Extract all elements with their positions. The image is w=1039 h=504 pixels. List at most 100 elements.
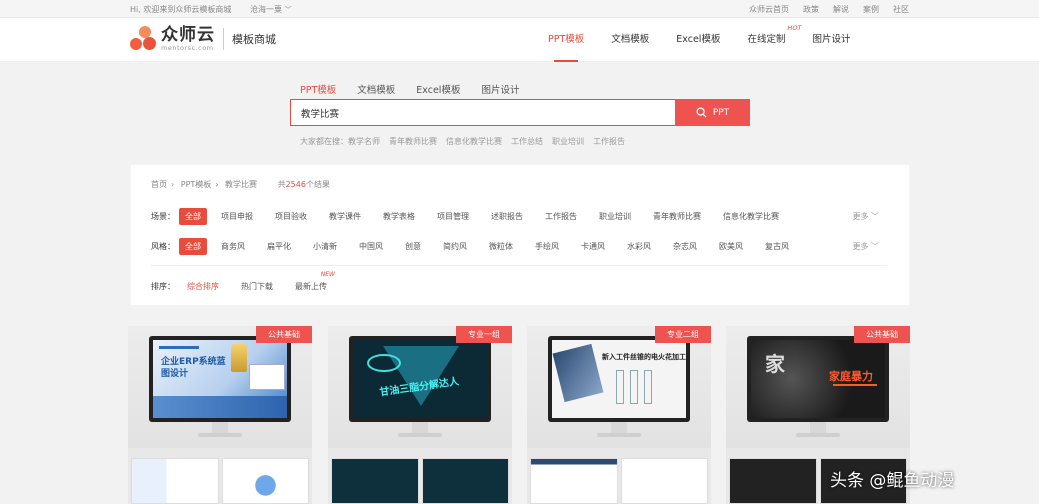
logo-subtitle: 模板商城 [232, 33, 276, 46]
style-option[interactable]: 杂志风 [673, 241, 697, 252]
style-option[interactable]: 复古风 [765, 241, 789, 252]
card-preview: 企业ERP系统蓝图设计 [149, 336, 291, 422]
style-label: 风格： [151, 242, 175, 251]
logo-divider [223, 28, 224, 50]
card-category-badge: 专业二组 [655, 326, 711, 343]
scene-option[interactable]: 项目申报 [221, 211, 253, 222]
chevron-down-icon: ﹀ [871, 212, 879, 221]
style-option[interactable]: 扁平化 [267, 241, 291, 252]
logo[interactable]: 众师云 mentorsc.com 模板商城 [130, 26, 276, 52]
thumbnail [729, 458, 817, 504]
style-option[interactable]: 简约风 [443, 241, 467, 252]
scene-option[interactable]: 项目管理 [437, 211, 469, 222]
link-home[interactable]: 众师云首页 [749, 4, 789, 15]
card-preview-title: 家庭暴力 [829, 370, 873, 383]
hot-term[interactable]: 信息化教学比赛 [446, 136, 502, 147]
thumbnail [131, 458, 219, 504]
hot-term[interactable]: 工作总结 [511, 136, 543, 147]
style-option[interactable]: 中国风 [359, 241, 383, 252]
style-option[interactable]: 创意 [405, 241, 421, 252]
card-category-badge: 公共基础 [256, 326, 312, 343]
card-preview: 甘油三脂分解达人 [349, 336, 491, 422]
card-category-badge: 专业一组 [456, 326, 512, 343]
breadcrumb-ppt[interactable]: PPT模板 [181, 180, 212, 189]
scene-option[interactable]: 教学表格 [383, 211, 415, 222]
thumbnail [620, 458, 708, 504]
top-links: 众师云首页 政策 解说 案例 社区 [749, 4, 909, 15]
style-option[interactable]: 商务风 [221, 241, 245, 252]
chevron-right-icon: › [215, 180, 219, 189]
search-tab-ppt[interactable]: PPT模板 [300, 82, 336, 96]
style-more-toggle[interactable]: 更多 ﹀ [852, 241, 879, 252]
card-thumbnails [331, 458, 509, 504]
breadcrumb: 首页 › PPT模板 › 教学比赛 共2546个结果 [151, 179, 330, 190]
chevron-right-icon: › [171, 180, 175, 189]
style-option-all[interactable]: 全部 [179, 238, 207, 255]
scene-option[interactable]: 职业培训 [599, 211, 631, 222]
sort-option-default[interactable]: 综合排序 [187, 281, 219, 292]
search-tabs: PPT模板 文档模板 Excel模板 图片设计 [300, 82, 519, 96]
scene-option-all[interactable]: 全部 [179, 208, 207, 225]
chevron-down-icon: ﹀ [284, 6, 292, 14]
hot-term[interactable]: 教学名师 [348, 136, 380, 147]
scene-option[interactable]: 青年教师比赛 [653, 211, 701, 222]
style-option[interactable]: 卡通风 [581, 241, 605, 252]
filter-panel: 首页 › PPT模板 › 教学比赛 共2546个结果 场景： 全部 项目申报 项目验… [131, 165, 909, 305]
card-category-badge: 公共基础 [854, 326, 910, 343]
search-button[interactable]: PPT [675, 99, 750, 126]
scene-more-toggle[interactable]: 更多 ﹀ [852, 211, 879, 222]
link-policy[interactable]: 政策 [803, 4, 819, 15]
breadcrumb-current: 教学比赛 [225, 180, 258, 189]
template-card[interactable]: 企业ERP系统蓝图设计 公共基础 [128, 326, 312, 504]
link-explain[interactable]: 解说 [833, 4, 849, 15]
search-input[interactable] [290, 99, 675, 126]
scene-filter-row: 场景： 全部 项目申报 项目验收 教学课件 教学表格 项目管理 述职报告 工作报… [151, 208, 801, 225]
search-icon [696, 107, 707, 118]
sort-label: 排序： [151, 282, 175, 291]
watermark: 头条 @鲲鱼动漫 [830, 471, 955, 491]
link-cases[interactable]: 案例 [863, 4, 879, 15]
card-preview-title: 企业ERP系统蓝图设计 [161, 357, 226, 379]
nav-doc[interactable]: 文档模板 [611, 18, 649, 62]
scene-option[interactable]: 信息化教学比赛 [723, 211, 779, 222]
style-option[interactable]: 水彩风 [627, 241, 651, 252]
nav-image[interactable]: 图片设计 [812, 18, 850, 62]
nav-ppt[interactable]: PPT模板 [548, 18, 584, 62]
search-box: PPT [290, 99, 750, 126]
style-option[interactable]: 小清新 [313, 241, 337, 252]
hot-term[interactable]: 青年教师比赛 [389, 136, 437, 147]
search-tab-doc[interactable]: 文档模板 [357, 82, 395, 96]
city-selector[interactable]: 沧海一粟 ﹀ [250, 4, 292, 15]
result-count: 共2546个结果 [277, 180, 330, 189]
scene-option[interactable]: 项目验收 [275, 211, 307, 222]
divider [151, 265, 887, 266]
template-card[interactable]: 新入工件丝锥的电火花加工 专业二组 [527, 326, 711, 504]
sort-option-newest[interactable]: 最新上传 NEW [295, 271, 335, 292]
scene-option[interactable]: 工作报告 [545, 211, 577, 222]
sort-option-popular[interactable]: 热门下载 [241, 281, 273, 292]
breadcrumb-home[interactable]: 首页 [151, 180, 167, 189]
hot-term[interactable]: 职业培训 [552, 136, 584, 147]
template-card[interactable]: 甘油三脂分解达人 专业一组 [328, 326, 512, 504]
hot-search: 大家都在搜： 教学名师 青年教师比赛 信息化教学比赛 工作总结 职业培训 工作报… [300, 136, 625, 147]
style-option[interactable]: 欧美风 [719, 241, 743, 252]
nav-excel[interactable]: Excel模板 [676, 18, 720, 62]
scene-option[interactable]: 教学课件 [329, 211, 361, 222]
logo-domain: mentorsc.com [161, 44, 214, 52]
sort-row: 排序： 综合排序 热门下载 最新上传 NEW [151, 271, 349, 292]
scene-option[interactable]: 述职报告 [491, 211, 523, 222]
new-badge: NEW [320, 271, 335, 278]
card-preview: 家 家庭暴力 [747, 336, 889, 422]
welcome-text: Hi, 欢迎来到众师云模板商城 [130, 5, 232, 14]
style-option[interactable]: 手绘风 [535, 241, 559, 252]
top-strip: Hi, 欢迎来到众师云模板商城 沧海一粟 ﹀ 众师云首页 政策 解说 案例 社区 [0, 0, 1039, 18]
logo-icon [130, 26, 156, 52]
nav-custom[interactable]: 在线定制 HOT [747, 18, 801, 62]
search-tab-image[interactable]: 图片设计 [481, 82, 519, 96]
style-option[interactable]: 微粒体 [489, 241, 513, 252]
thumbnail [221, 458, 309, 504]
search-tab-excel[interactable]: Excel模板 [416, 82, 460, 96]
link-community[interactable]: 社区 [893, 4, 909, 15]
hot-badge: HOT [787, 24, 802, 32]
hot-term[interactable]: 工作报告 [593, 136, 625, 147]
